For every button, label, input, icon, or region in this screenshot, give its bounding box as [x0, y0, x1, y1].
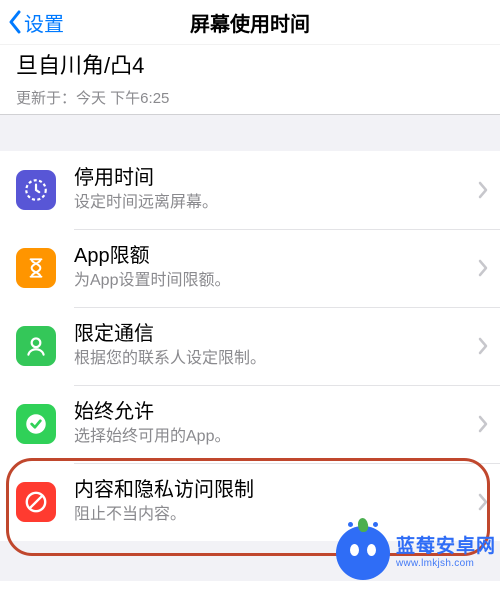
- row-title: 内容和隐私访问限制: [74, 478, 470, 503]
- chevron-left-icon: [8, 10, 22, 34]
- partial-visible-row-title: 旦自川角/凸4: [16, 53, 484, 79]
- row-subtitle: 选择始终可用的App。: [74, 427, 470, 448]
- row-content-privacy[interactable]: 内容和隐私访问限制 阻止不当内容。: [0, 463, 500, 541]
- section-gap: [0, 115, 500, 151]
- row-communication-limits[interactable]: 限定通信 根据您的联系人设定限制。: [0, 307, 500, 385]
- chevron-right-icon: [478, 493, 488, 511]
- page-title: 屏幕使用时间: [190, 8, 310, 37]
- row-subtitle: 阻止不当内容。: [74, 505, 470, 526]
- contact-person-icon: [16, 326, 56, 366]
- row-app-limits[interactable]: App限额 为App设置时间限额。: [0, 229, 500, 307]
- no-entry-icon: [16, 482, 56, 522]
- row-downtime[interactable]: 停用时间 设定时间远离屏幕。: [0, 151, 500, 229]
- hourglass-icon: [16, 248, 56, 288]
- downtime-clock-icon: [16, 170, 56, 210]
- back-button[interactable]: 设置: [8, 8, 64, 37]
- row-title: App限额: [74, 244, 470, 269]
- nav-header: 设置 屏幕使用时间: [0, 0, 500, 45]
- chevron-right-icon: [478, 415, 488, 433]
- chevron-right-icon: [478, 259, 488, 277]
- activity-summary-section[interactable]: 旦自川角/凸4 更新于：今天 下午6:25: [0, 45, 500, 115]
- row-subtitle: 根据您的联系人设定限制。: [74, 349, 470, 370]
- back-label: 设置: [24, 8, 64, 37]
- chevron-right-icon: [478, 337, 488, 355]
- row-subtitle: 为App设置时间限额。: [74, 271, 470, 292]
- settings-list: 停用时间 设定时间远离屏幕。 App限额 为App设置时间限额。 限定通信 根据…: [0, 151, 500, 541]
- row-title: 限定通信: [74, 322, 470, 347]
- row-always-allowed[interactable]: 始终允许 选择始终可用的App。: [0, 385, 500, 463]
- row-title: 始终允许: [74, 400, 470, 425]
- section-gap-bottom: [0, 541, 500, 581]
- last-updated-text: 更新于：今天 下午6:25: [16, 87, 484, 108]
- row-title: 停用时间: [74, 166, 470, 191]
- checkmark-shield-icon: [16, 404, 56, 444]
- row-subtitle: 设定时间远离屏幕。: [74, 193, 470, 214]
- chevron-right-icon: [478, 181, 488, 199]
